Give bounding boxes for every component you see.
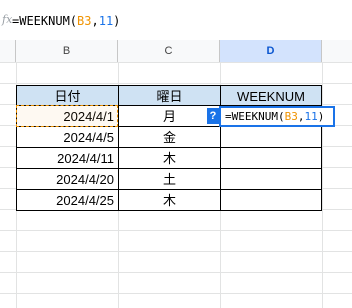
column-header-a[interactable] — [0, 40, 16, 62]
weekday-cell[interactable]: 金 — [119, 127, 221, 148]
formula-help-icon[interactable]: ? — [207, 108, 219, 124]
fx-icon: fx — [2, 13, 13, 26]
formula-reference: B3 — [77, 14, 92, 28]
weekday-cell[interactable]: 月 — [119, 106, 221, 127]
header-cell-weekday[interactable]: 曜日 — [119, 85, 221, 106]
formula-bar[interactable]: fx =WEEKNUM(B3,11) — [0, 0, 352, 41]
formula-close-paren: ) — [113, 14, 121, 28]
header-cell-weeknum[interactable]: WEEKNUM — [221, 85, 322, 106]
formula-separator: , — [91, 14, 99, 28]
date-cell[interactable]: 2024/4/25 — [16, 190, 119, 211]
header-cell-date[interactable]: 日付 — [16, 85, 119, 106]
formula-function: =WEEKNUM( — [12, 14, 78, 28]
formula-input[interactable]: =WEEKNUM(B3,11) — [12, 14, 120, 28]
formula-number: 11 — [98, 14, 114, 28]
editor-number: 11 — [304, 110, 318, 123]
column-header-b[interactable]: B — [16, 40, 118, 62]
column-header-c[interactable]: C — [118, 40, 220, 62]
grid-line — [322, 62, 323, 308]
formula-reference-highlight — [16, 105, 118, 127]
date-cell[interactable]: 2024/4/5 — [16, 127, 119, 148]
date-cell[interactable]: 2024/4/20 — [16, 169, 119, 190]
weekday-cell[interactable]: 土 — [119, 169, 221, 190]
weeknum-cell[interactable] — [221, 148, 322, 169]
weekday-cell[interactable]: 木 — [119, 148, 221, 169]
cell-editor[interactable]: =WEEKNUM(B3,11) — [219, 106, 335, 127]
date-cell[interactable]: 2024/4/11 — [16, 148, 119, 169]
weeknum-cell[interactable] — [221, 190, 322, 211]
column-header-e[interactable] — [322, 40, 352, 62]
editor-reference: B3 — [284, 110, 298, 123]
weekday-cell[interactable]: 木 — [119, 190, 221, 211]
editor-function: =WEEKNUM( — [225, 110, 285, 123]
weeknum-cell[interactable] — [221, 127, 322, 148]
column-header-d[interactable]: D — [220, 40, 322, 62]
column-header-row: B C D — [0, 40, 352, 63]
weeknum-cell[interactable] — [221, 169, 322, 190]
editor-close-paren: ) — [317, 110, 325, 123]
